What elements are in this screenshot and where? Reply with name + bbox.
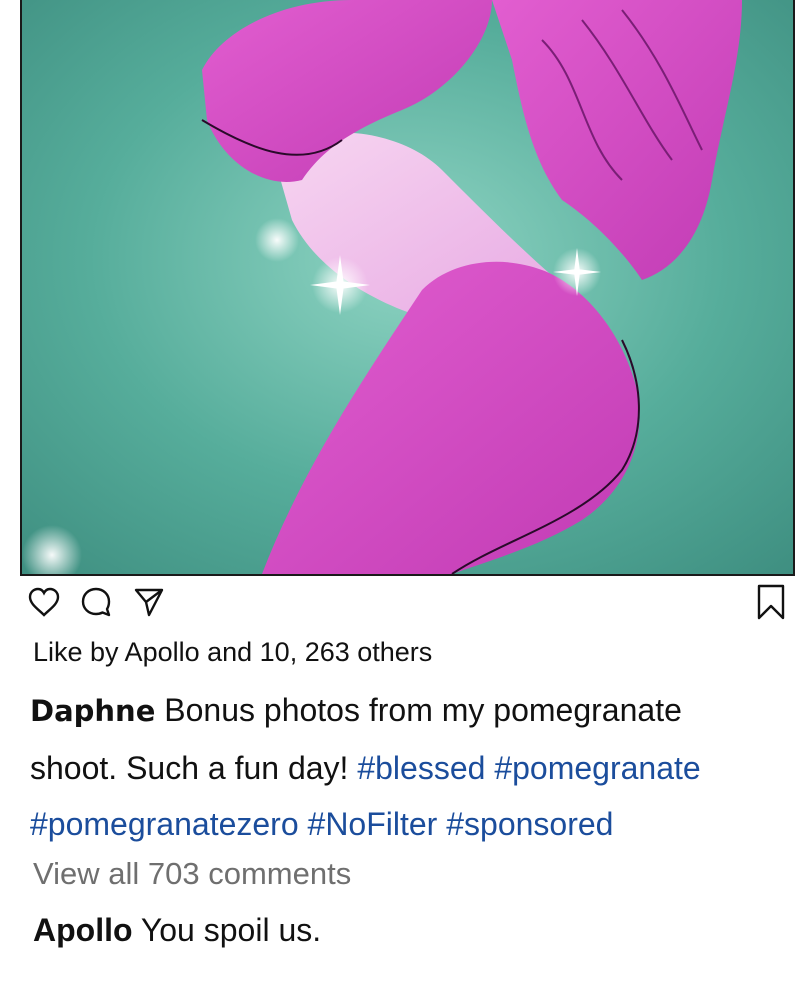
paper-plane-icon[interactable] [133,587,165,617]
hashtag-link[interactable]: #NoFilter [308,806,438,842]
speech-bubble-icon[interactable] [80,586,112,618]
post-image[interactable] [20,0,795,576]
view-all-comments-link[interactable]: View all 703 comments [33,856,351,892]
hashtag-link[interactable]: #pomegranatezero [30,806,299,842]
hashtag-link[interactable]: #sponsored [446,806,613,842]
comment-item: Apollo You spoil us. [33,912,321,949]
heart-icon[interactable] [28,587,60,617]
caption-username[interactable]: Daphne [30,694,155,728]
hashtag-link[interactable]: #blessed [357,750,485,786]
likes-count[interactable]: Like by Apollo and 10, 263 others [33,637,432,668]
bookmark-icon[interactable] [756,584,786,620]
comment-text: You spoil us. [140,912,322,948]
comment-username[interactable]: Apollo [33,912,133,948]
post-caption: Daphne Bonus photos from my pomegranate … [30,682,760,853]
post-actions-bar [28,582,790,622]
hashtag-link[interactable]: #pomegranate [494,750,700,786]
